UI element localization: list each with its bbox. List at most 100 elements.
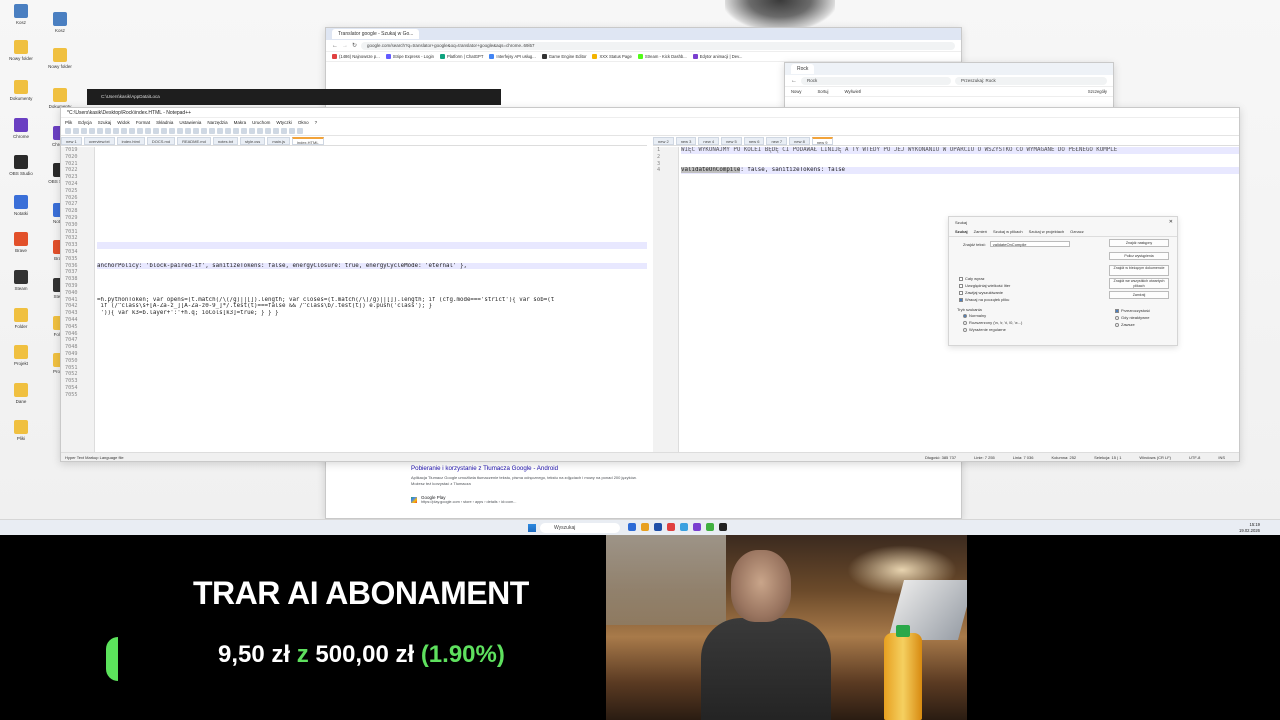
editor-tab[interactable]: new 9: [811, 137, 833, 145]
editor-tab[interactable]: index.html: [116, 137, 145, 145]
desktop-icon[interactable]: Projekt: [1, 345, 41, 381]
menu-item[interactable]: Szukaj: [98, 120, 112, 125]
desktop-icon[interactable]: OBS Studio: [1, 155, 41, 191]
details-button[interactable]: Szczegóły: [1088, 89, 1107, 94]
toolbar-button-icon[interactable]: [177, 127, 183, 134]
taskbar-app-icon[interactable]: [641, 523, 649, 531]
desktop-icon[interactable]: Steam: [1, 270, 41, 306]
search-mode-radio[interactable]: Rozszerzony (\n, \r, \t, \0, \x...): [957, 319, 1028, 326]
find-dialog-button[interactable]: Znajdź we wszystkich otwartych plikach: [1109, 278, 1169, 289]
editor-tab[interactable]: new 5: [721, 137, 742, 145]
find-tab[interactable]: Zamień: [974, 229, 987, 234]
menu-item[interactable]: Wtyczki: [276, 120, 292, 125]
menu-item[interactable]: Edycja: [78, 120, 92, 125]
view-button[interactable]: Wyświetl: [844, 89, 860, 94]
on-focus-radio[interactable]: Gdy nieaktywne: [1109, 314, 1156, 321]
find-tab[interactable]: Oznacz: [1070, 229, 1084, 234]
taskbar-app-icon[interactable]: [628, 523, 636, 531]
find-tab[interactable]: Szukaj: [955, 229, 968, 234]
bookmark-item[interactable]: Platform | ChatGPT: [439, 54, 483, 59]
desktop-icon[interactable]: Notatki: [1, 195, 41, 231]
toolbar-button-icon[interactable]: [89, 127, 95, 134]
explorer-search[interactable]: Przeszukaj: Rock: [955, 76, 1107, 85]
toolbar-button-icon[interactable]: [81, 127, 87, 134]
reload-icon[interactable]: ↻: [352, 42, 357, 49]
desktop-icon[interactable]: Pliki: [1, 420, 41, 456]
find-dialog-button[interactable]: Policz wystąpienia: [1109, 252, 1169, 260]
find-option-checkbox[interactable]: Zawijaj wyszukiwanie: [953, 289, 1016, 296]
find-dialog-button[interactable]: Znajdź następny: [1109, 239, 1169, 247]
bookmark-item[interactable]: XXX Status Page: [592, 54, 632, 59]
toolbar-button-icon[interactable]: [65, 127, 71, 134]
sort-button[interactable]: Sortuj: [817, 89, 828, 94]
find-option-checkbox[interactable]: Wracaj na początek pliku: [953, 296, 1016, 303]
browser-tab[interactable]: Translator google - Szukaj w Go...: [332, 29, 420, 39]
editor-tab[interactable]: index.HTML: [291, 137, 324, 145]
editor-tab[interactable]: README.md: [177, 137, 211, 145]
bookmark-item[interactable]: Interfejsy API usług...: [489, 54, 536, 59]
new-button[interactable]: Nowy: [791, 89, 801, 94]
editor-tab[interactable]: overview.txt: [83, 137, 115, 145]
toolbar-button-icon[interactable]: [153, 127, 159, 134]
toolbar-button-icon[interactable]: [145, 127, 151, 134]
menu-item[interactable]: Widok: [117, 120, 130, 125]
editor-tab[interactable]: new 2: [653, 137, 674, 145]
taskbar-app-icon[interactable]: [693, 523, 701, 531]
taskbar-app-icon[interactable]: [719, 523, 727, 531]
find-tab[interactable]: Szukaj w plikach: [993, 229, 1023, 234]
editor-tab[interactable]: new 1: [61, 137, 82, 145]
menu-item[interactable]: Uruchom: [252, 120, 270, 125]
find-dialog-button[interactable]: Zamknij: [1109, 291, 1169, 299]
explorer-path[interactable]: Rock: [801, 76, 951, 85]
toolbar-button-icon[interactable]: [185, 127, 191, 134]
find-dialog-button[interactable]: Znajdź w bieżącym dokumencie: [1109, 265, 1169, 276]
toolbar-button-icon[interactable]: [201, 127, 207, 134]
result-url[interactable]: https://play.google.com › store › apps ›…: [421, 500, 516, 504]
back-icon[interactable]: ←: [791, 78, 797, 84]
bookmark-item[interactable]: (1486) Najnowsze p...: [332, 54, 380, 59]
editor-tab[interactable]: new 3: [675, 137, 697, 145]
menu-item[interactable]: Składnia: [156, 120, 173, 125]
toolbar-button-icon[interactable]: [161, 127, 167, 134]
toolbar-button-icon[interactable]: [105, 127, 111, 134]
menu-item[interactable]: Narzędzia: [207, 120, 227, 125]
always-radio[interactable]: Zawsze: [1109, 321, 1156, 328]
desktop-icon[interactable]: Kosz: [40, 12, 80, 48]
editor-tab[interactable]: notes.txt: [212, 137, 238, 145]
toolbar-button-icon[interactable]: [97, 127, 103, 134]
editor-tab[interactable]: style.css: [239, 137, 266, 145]
menu-item[interactable]: Format: [136, 120, 150, 125]
toolbar-button-icon[interactable]: [121, 127, 127, 134]
menu-item[interactable]: Ustawienia: [179, 120, 201, 125]
desktop-icon[interactable]: Nowy folder: [1, 40, 41, 76]
bookmark-item[interactable]: Game Engine Editor: [541, 54, 586, 59]
desktop-icon[interactable]: Chrome: [1, 118, 41, 154]
taskbar-app-icon[interactable]: [680, 523, 688, 531]
forward-icon[interactable]: →: [342, 43, 348, 49]
desktop-icon[interactable]: Folder: [1, 308, 41, 344]
start-icon[interactable]: [528, 524, 536, 532]
result-title[interactable]: Pobieranie i korzystanie z Tłumacza Goog…: [411, 465, 651, 472]
toolbar-button-icon[interactable]: [273, 127, 279, 134]
toolbar-button-icon[interactable]: [217, 127, 223, 134]
toolbar-button-icon[interactable]: [289, 127, 295, 134]
transparency-checkbox[interactable]: Przezroczystość: [1109, 307, 1156, 314]
editor-tab[interactable]: DOCS.md: [146, 137, 176, 145]
menu-item[interactable]: ?: [315, 120, 318, 125]
taskbar-app-icon[interactable]: [654, 523, 662, 531]
menu-item[interactable]: Okno: [298, 120, 309, 125]
left-code[interactable]: anchorPolicy: 'block-paired-if', sanitiz…: [97, 147, 647, 452]
toolbar-button-icon[interactable]: [241, 127, 247, 134]
toolbar-button-icon[interactable]: [129, 127, 135, 134]
editor-tab[interactable]: main.js: [267, 137, 290, 145]
toolbar-button-icon[interactable]: [257, 127, 263, 134]
find-tab[interactable]: Szukaj w projektach: [1029, 229, 1065, 234]
toolbar-button-icon[interactable]: [233, 127, 239, 134]
left-editor[interactable]: 7019 7020 7021 7022 7023 7024 7025 7026 7027 7028…: [61, 147, 647, 452]
toolbar-button-icon[interactable]: [137, 127, 143, 134]
taskbar-app-icon[interactable]: [706, 523, 714, 531]
close-icon[interactable]: ✕: [1169, 219, 1173, 225]
desktop-icon[interactable]: Nowy folder: [40, 48, 80, 84]
toolbar-button-icon[interactable]: [73, 127, 79, 134]
find-option-checkbox[interactable]: Cały wyraz: [953, 275, 1016, 282]
